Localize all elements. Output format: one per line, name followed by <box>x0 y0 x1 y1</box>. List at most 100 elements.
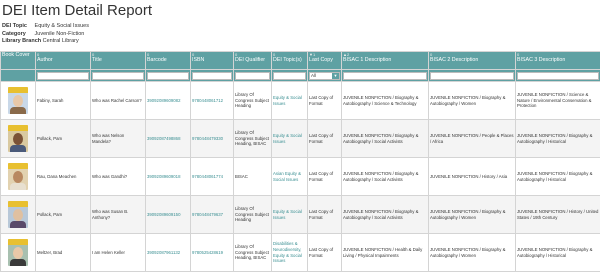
filter-input-barcode[interactable] <box>147 71 189 80</box>
column-label: Barcode <box>147 57 167 63</box>
cell-bisac1: JUVENILE NONFICTION / Biography & Autobi… <box>341 81 429 120</box>
column-header-bisac1[interactable]: ▲2 BISAC 1 Description <box>341 51 429 70</box>
cover-portrait <box>13 133 23 145</box>
title-text: Who was Nelson Mandela? <box>92 132 125 144</box>
column-header-author[interactable]: 0 Author <box>35 51 91 70</box>
cell-topics: Equity & Social Issues <box>271 119 308 158</box>
table-row[interactable]: Pollack, Pam Who was Susan B. Anthony? 390… <box>0 195 600 234</box>
filter-cell-lastcopy: All ▼ <box>307 69 342 82</box>
column-header-barcode[interactable]: 0 Barcode <box>145 51 191 70</box>
isbn-link[interactable]: 9780525428619 <box>192 250 223 255</box>
barcode-link[interactable]: 39092087498868 <box>147 136 180 141</box>
column-label: ISBN <box>192 57 205 63</box>
barcode-link[interactable]: 39092089609018 <box>147 174 180 179</box>
qualifier-text: Library Of Congress Subject Heading <box>235 92 269 109</box>
book-cover-icon[interactable] <box>8 125 28 152</box>
book-cover-icon[interactable] <box>8 239 28 266</box>
barcode-link[interactable]: 39092089609150 <box>147 212 180 217</box>
column-label: BISAC 2 Description <box>430 57 479 63</box>
bisac1-text: JUVENILE NONFICTION / Biography & Autobi… <box>343 208 419 220</box>
topics-link[interactable]: Asian Equity & Social Issues <box>273 171 301 182</box>
bisac2-text: JUVENILE NONFICTION / People & Places / … <box>430 132 514 144</box>
cell-author: Pollack, Pam <box>35 195 91 234</box>
filter-input-title[interactable] <box>92 71 144 80</box>
cell-topics: Asian Equity & Social Issues <box>271 157 308 196</box>
isbn-link[interactable]: 9780448061774 <box>192 174 223 179</box>
isbn-link[interactable]: 9780448479637 <box>192 212 223 217</box>
meta-category: Category Juvenile Non-Fiction <box>2 30 85 37</box>
meta-library-branch: Library Branch Central Library <box>2 38 79 44</box>
bisac3-text: JUVENILE NONFICTION / Biography & Autobi… <box>517 132 593 144</box>
bisac1-text: JUVENILE NONFICTION / Biography & Autobi… <box>343 132 419 144</box>
table-row[interactable]: Pollack, Pam Who was Nelson Mandela? 39092… <box>0 119 600 158</box>
topics-link[interactable]: Equity & Social Issues <box>273 209 302 220</box>
filter-input-bisac3[interactable] <box>517 71 599 80</box>
filter-input-topics[interactable] <box>273 71 306 80</box>
filter-input-bisac2[interactable] <box>430 71 514 80</box>
book-cover-icon[interactable] <box>8 201 28 228</box>
bisac1-text: JUVENILE NONFICTION / Biography & Autobi… <box>343 170 419 182</box>
filter-input-qualifier[interactable] <box>235 71 270 80</box>
bisac3-text: JUVENILE NONFICTION / History / United S… <box>517 208 599 220</box>
bisac2-text: JUVENILE NONFICTION / Biography & Autobi… <box>430 246 506 258</box>
filter-select-lastcopy[interactable]: All ▼ <box>309 71 340 80</box>
book-cover-icon[interactable] <box>8 163 28 190</box>
cell-qualifier: Library Of Congress Subject Heading, BIS… <box>233 119 272 158</box>
filter-input-bisac1[interactable] <box>343 71 427 80</box>
barcode-link[interactable]: 39092089609082 <box>147 98 180 103</box>
title-text: Who was Rachel Carson? <box>92 97 142 103</box>
cover-portrait <box>13 209 23 221</box>
column-label: BISAC 1 Description <box>343 57 392 63</box>
column-header-bisac3[interactable]: 0 BISAC 3 Description <box>515 51 600 70</box>
column-header-qualifier[interactable]: 0 DEI Qualifier <box>233 51 272 70</box>
table-row[interactable]: Rau, Dana Meachen Who was Gandhi? 39092089… <box>0 157 600 196</box>
column-label: Book Cover <box>2 52 30 59</box>
cell-topics: Equity & Social Issues <box>271 195 308 234</box>
cover-band <box>8 201 28 207</box>
book-cover-icon[interactable] <box>8 87 28 114</box>
column-header-topics[interactable]: 0 DEI Topic(s) <box>271 51 308 70</box>
topics-link[interactable]: Disabilities & Neurodiversity, Equity & … <box>273 241 302 263</box>
cell-qualifier: BISAC <box>233 157 272 196</box>
header-row: Book Cover 0 Author 0 Title 0 Barcode 0 ISBN 0 DEI… <box>0 51 600 70</box>
isbn-link[interactable]: 9780448479330 <box>192 136 223 141</box>
column-header-bisac2[interactable]: 0 BISAC 2 Description <box>428 51 516 70</box>
cell-bisac3: JUVENILE NONFICTION / Biography & Autobi… <box>515 233 600 272</box>
table-row[interactable]: Meltzer, Brad I am Helen Keller 3909208796… <box>0 233 600 272</box>
cell-topics: Disabilities & Neurodiversity, Equity & … <box>271 233 308 272</box>
filter-cell-qualifier <box>233 69 272 82</box>
lastcopy-text: Last Copy of Format <box>309 132 334 144</box>
cell-bisac1: JUVENILE NONFICTION / Biography & Autobi… <box>341 157 429 196</box>
bisac2-text: JUVENILE NONFICTION / Biography & Autobi… <box>430 94 506 106</box>
filter-cell-isbn <box>190 69 234 82</box>
barcode-link[interactable]: 39092087961132 <box>147 250 180 255</box>
column-header-cover[interactable]: Book Cover <box>0 51 36 70</box>
column-header-isbn[interactable]: 0 ISBN <box>190 51 234 70</box>
cell-isbn: 9780448061774 <box>190 157 234 196</box>
item-detail-table: Book Cover 0 Author 0 Title 0 Barcode 0 ISBN 0 DEI… <box>0 51 600 272</box>
meta-dei-topic: DEI Topic Equity & Social Issues <box>2 23 89 29</box>
column-label: Author <box>37 57 53 63</box>
table-row[interactable]: Fabiny, Sarah Who was Rachel Carson? 39092… <box>0 81 600 120</box>
column-header-title[interactable]: 0 Title <box>90 51 146 70</box>
column-header-lastcopy[interactable]: ▼1 Last Copy <box>307 51 342 70</box>
cell-bisac3: JUVENILE NONFICTION / Biography & Autobi… <box>515 157 600 196</box>
filter-input-author[interactable] <box>37 71 89 80</box>
isbn-link[interactable]: 9780448061712 <box>192 98 223 103</box>
topics-link[interactable]: Equity & Social Issues <box>273 95 302 106</box>
topics-link[interactable]: Equity & Social Issues <box>273 133 302 144</box>
filter-cell-topics <box>271 69 308 82</box>
cell-title: Who was Susan B. Anthony? <box>90 195 146 234</box>
filter-input-isbn[interactable] <box>192 71 232 80</box>
chevron-down-icon[interactable]: ▼ <box>332 72 339 79</box>
author-text: Fabiny, Sarah <box>37 97 64 103</box>
cell-isbn: 9780448479637 <box>190 195 234 234</box>
bisac3-text: JUVENILE NONFICTION / Biography & Autobi… <box>517 246 593 258</box>
cover-band <box>8 125 28 131</box>
qualifier-text: Library Of Congress Subject Heading, BIS… <box>235 244 269 261</box>
author-text: Pollack, Pam <box>37 211 63 217</box>
cell-bisac2: JUVENILE NONFICTION / Biography & Autobi… <box>428 81 516 120</box>
lastcopy-text: Last Copy of Format <box>309 208 334 220</box>
cover-figure <box>10 221 26 228</box>
cell-bisac3: JUVENILE NONFICTION / Science & Nature /… <box>515 81 600 120</box>
